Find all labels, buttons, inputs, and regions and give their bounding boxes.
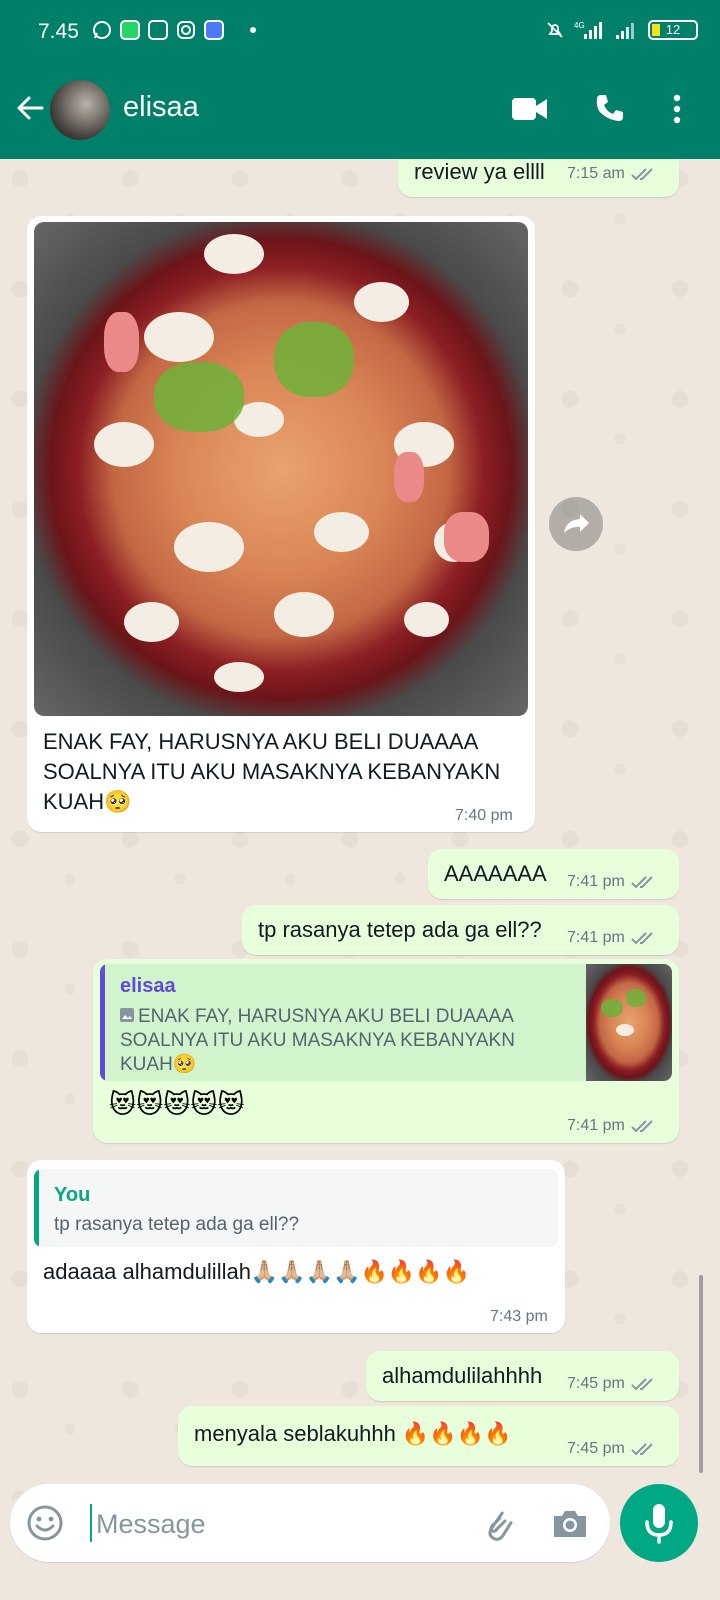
image-caption-line-1: ENAK FAY, HARUSNYA AKU BELI DUAAAA [43, 729, 479, 754]
image-caption-line-2: SOALNYA ITU AKU MASAKNYA KEBANYAKN [43, 759, 501, 784]
voice-message-button[interactable] [620, 1484, 698, 1562]
message-meta: 7:41 pm [567, 873, 657, 891]
quoted-message[interactable]: elisaa ENAK FAY, HARUSNYA AKU BELI DUAAA… [100, 964, 672, 1081]
mute-icon [547, 22, 563, 38]
message-input-container [10, 1484, 610, 1562]
message-meta: 7:15 am [567, 165, 657, 183]
message-time: 7:45 pm [567, 1440, 625, 1457]
status-bar: 7.45 4G 12 [0, 0, 720, 64]
double-check-icon [631, 1378, 653, 1391]
notification-icons [92, 20, 256, 40]
message-time: 7:41 pm [567, 929, 625, 946]
messages-notif-icon [204, 20, 224, 40]
message-text: adaaaa alhamdulillah🙏🏼🙏🏼🙏🏼🙏🏼🔥🔥🔥🔥 [43, 1259, 471, 1284]
message-outgoing[interactable]: menyala seblakuhhh 🔥🔥🔥🔥 7:45 pm [178, 1406, 679, 1466]
quote-text-line-1: ENAK FAY, HARUSNYA AKU BELI DUAAAA [138, 1006, 514, 1027]
double-check-icon [631, 168, 653, 181]
double-check-icon [631, 1120, 653, 1133]
double-check-icon [631, 1443, 653, 1456]
microphone-icon [645, 1504, 673, 1544]
quoted-message[interactable]: You tp rasanya tetep ada ga ell?? [34, 1169, 558, 1247]
more-options-icon[interactable] [673, 94, 681, 124]
message-time: 7:43 pm [490, 1308, 548, 1325]
quote-text: tp rasanya tetep ada ga ell?? [54, 1214, 300, 1235]
whatsapp-notif-icon [93, 21, 111, 39]
svg-text:4G: 4G [574, 21, 585, 30]
double-check-icon [631, 932, 653, 945]
status-time: 7.45 [38, 20, 79, 43]
signal-icon [616, 23, 634, 39]
message-text: AAAAAAA [444, 861, 547, 886]
contact-name[interactable]: elisaa [123, 91, 199, 124]
message-meta: 7:41 pm [567, 1117, 657, 1135]
message-meta: 7:45 pm [567, 1440, 657, 1458]
message-text: tp rasanya tetep ada ga ell?? [258, 917, 542, 942]
message-meta: 7:45 pm [567, 1375, 657, 1393]
message-time: 7:41 pm [567, 1117, 625, 1134]
contact-avatar[interactable] [50, 80, 110, 140]
signal-4g-icon: 4G [574, 21, 602, 39]
composer [0, 1480, 720, 1600]
battery-icon: 12 [648, 20, 698, 40]
message-outgoing[interactable]: tp rasanya tetep ada ga ell?? 7:41 pm [242, 905, 679, 955]
app-notif-icon [120, 20, 140, 40]
forward-button[interactable] [549, 497, 603, 551]
message-outgoing[interactable]: alhamdulilahhhh 7:45 pm [366, 1351, 679, 1401]
quote-text-line-2: SOALNYA ITU AKU MASAKNYA KEBANYAKN [120, 1030, 515, 1051]
battery-level: 12 [665, 22, 681, 37]
attach-icon[interactable] [478, 1504, 518, 1544]
message-text: alhamdulilahhhh [382, 1363, 543, 1388]
image-caption-line-3: KUAH🥺 [43, 789, 132, 814]
message-incoming-image[interactable]: ENAK FAY, HARUSNYA AKU BELI DUAAAA SOALN… [27, 216, 535, 832]
chat-area[interactable]: review ya ellll 7:15 am ENAK FAY, HARUSN… [0, 159, 720, 1500]
chat-header: elisaa [0, 64, 720, 159]
message-time: 7:45 pm [567, 1375, 625, 1392]
message-outgoing-reply[interactable]: elisaa ENAK FAY, HARUSNYA AKU BELI DUAAA… [93, 959, 679, 1143]
scrollbar[interactable] [699, 1275, 703, 1473]
message-input[interactable] [94, 1500, 478, 1548]
message-text: 😻😻😻😻😻 [109, 1089, 245, 1119]
quote-text-line-3: KUAH🥺 [120, 1054, 197, 1075]
message-incoming-reply[interactable]: You tp rasanya tetep ada ga ell?? adaaaa… [27, 1160, 565, 1333]
food-photo[interactable] [34, 222, 528, 716]
quote-author: elisaa [120, 975, 176, 997]
video-call-icon[interactable] [512, 96, 548, 122]
photo-icon [120, 1008, 134, 1022]
system-icons: 4G 12 [546, 20, 698, 40]
text-caret [90, 1504, 92, 1542]
quote-thumbnail [586, 964, 672, 1081]
emoji-icon[interactable] [26, 1504, 64, 1542]
double-check-icon [631, 876, 653, 889]
voice-call-icon[interactable] [594, 92, 626, 124]
message-outgoing[interactable]: review ya ellll 7:15 am [398, 159, 679, 197]
message-time: 7:40 pm [455, 807, 513, 824]
quote-author: You [54, 1184, 91, 1206]
camera-icon[interactable] [550, 1506, 590, 1542]
message-meta: 7:41 pm [567, 929, 657, 947]
message-time: 7:15 am [567, 165, 625, 182]
instagram-notif-icon [177, 21, 195, 39]
message-time: 7:41 pm [567, 873, 625, 890]
message-text: review ya ellll [414, 159, 545, 184]
more-notifications-dot [250, 27, 256, 33]
back-arrow-icon[interactable] [14, 92, 46, 124]
message-outgoing[interactable]: AAAAAAA 7:41 pm [428, 849, 679, 899]
shop-notif-icon [148, 20, 168, 40]
forward-icon [564, 514, 589, 533]
message-text: menyala seblakuhhh 🔥🔥🔥🔥 [194, 1421, 512, 1446]
